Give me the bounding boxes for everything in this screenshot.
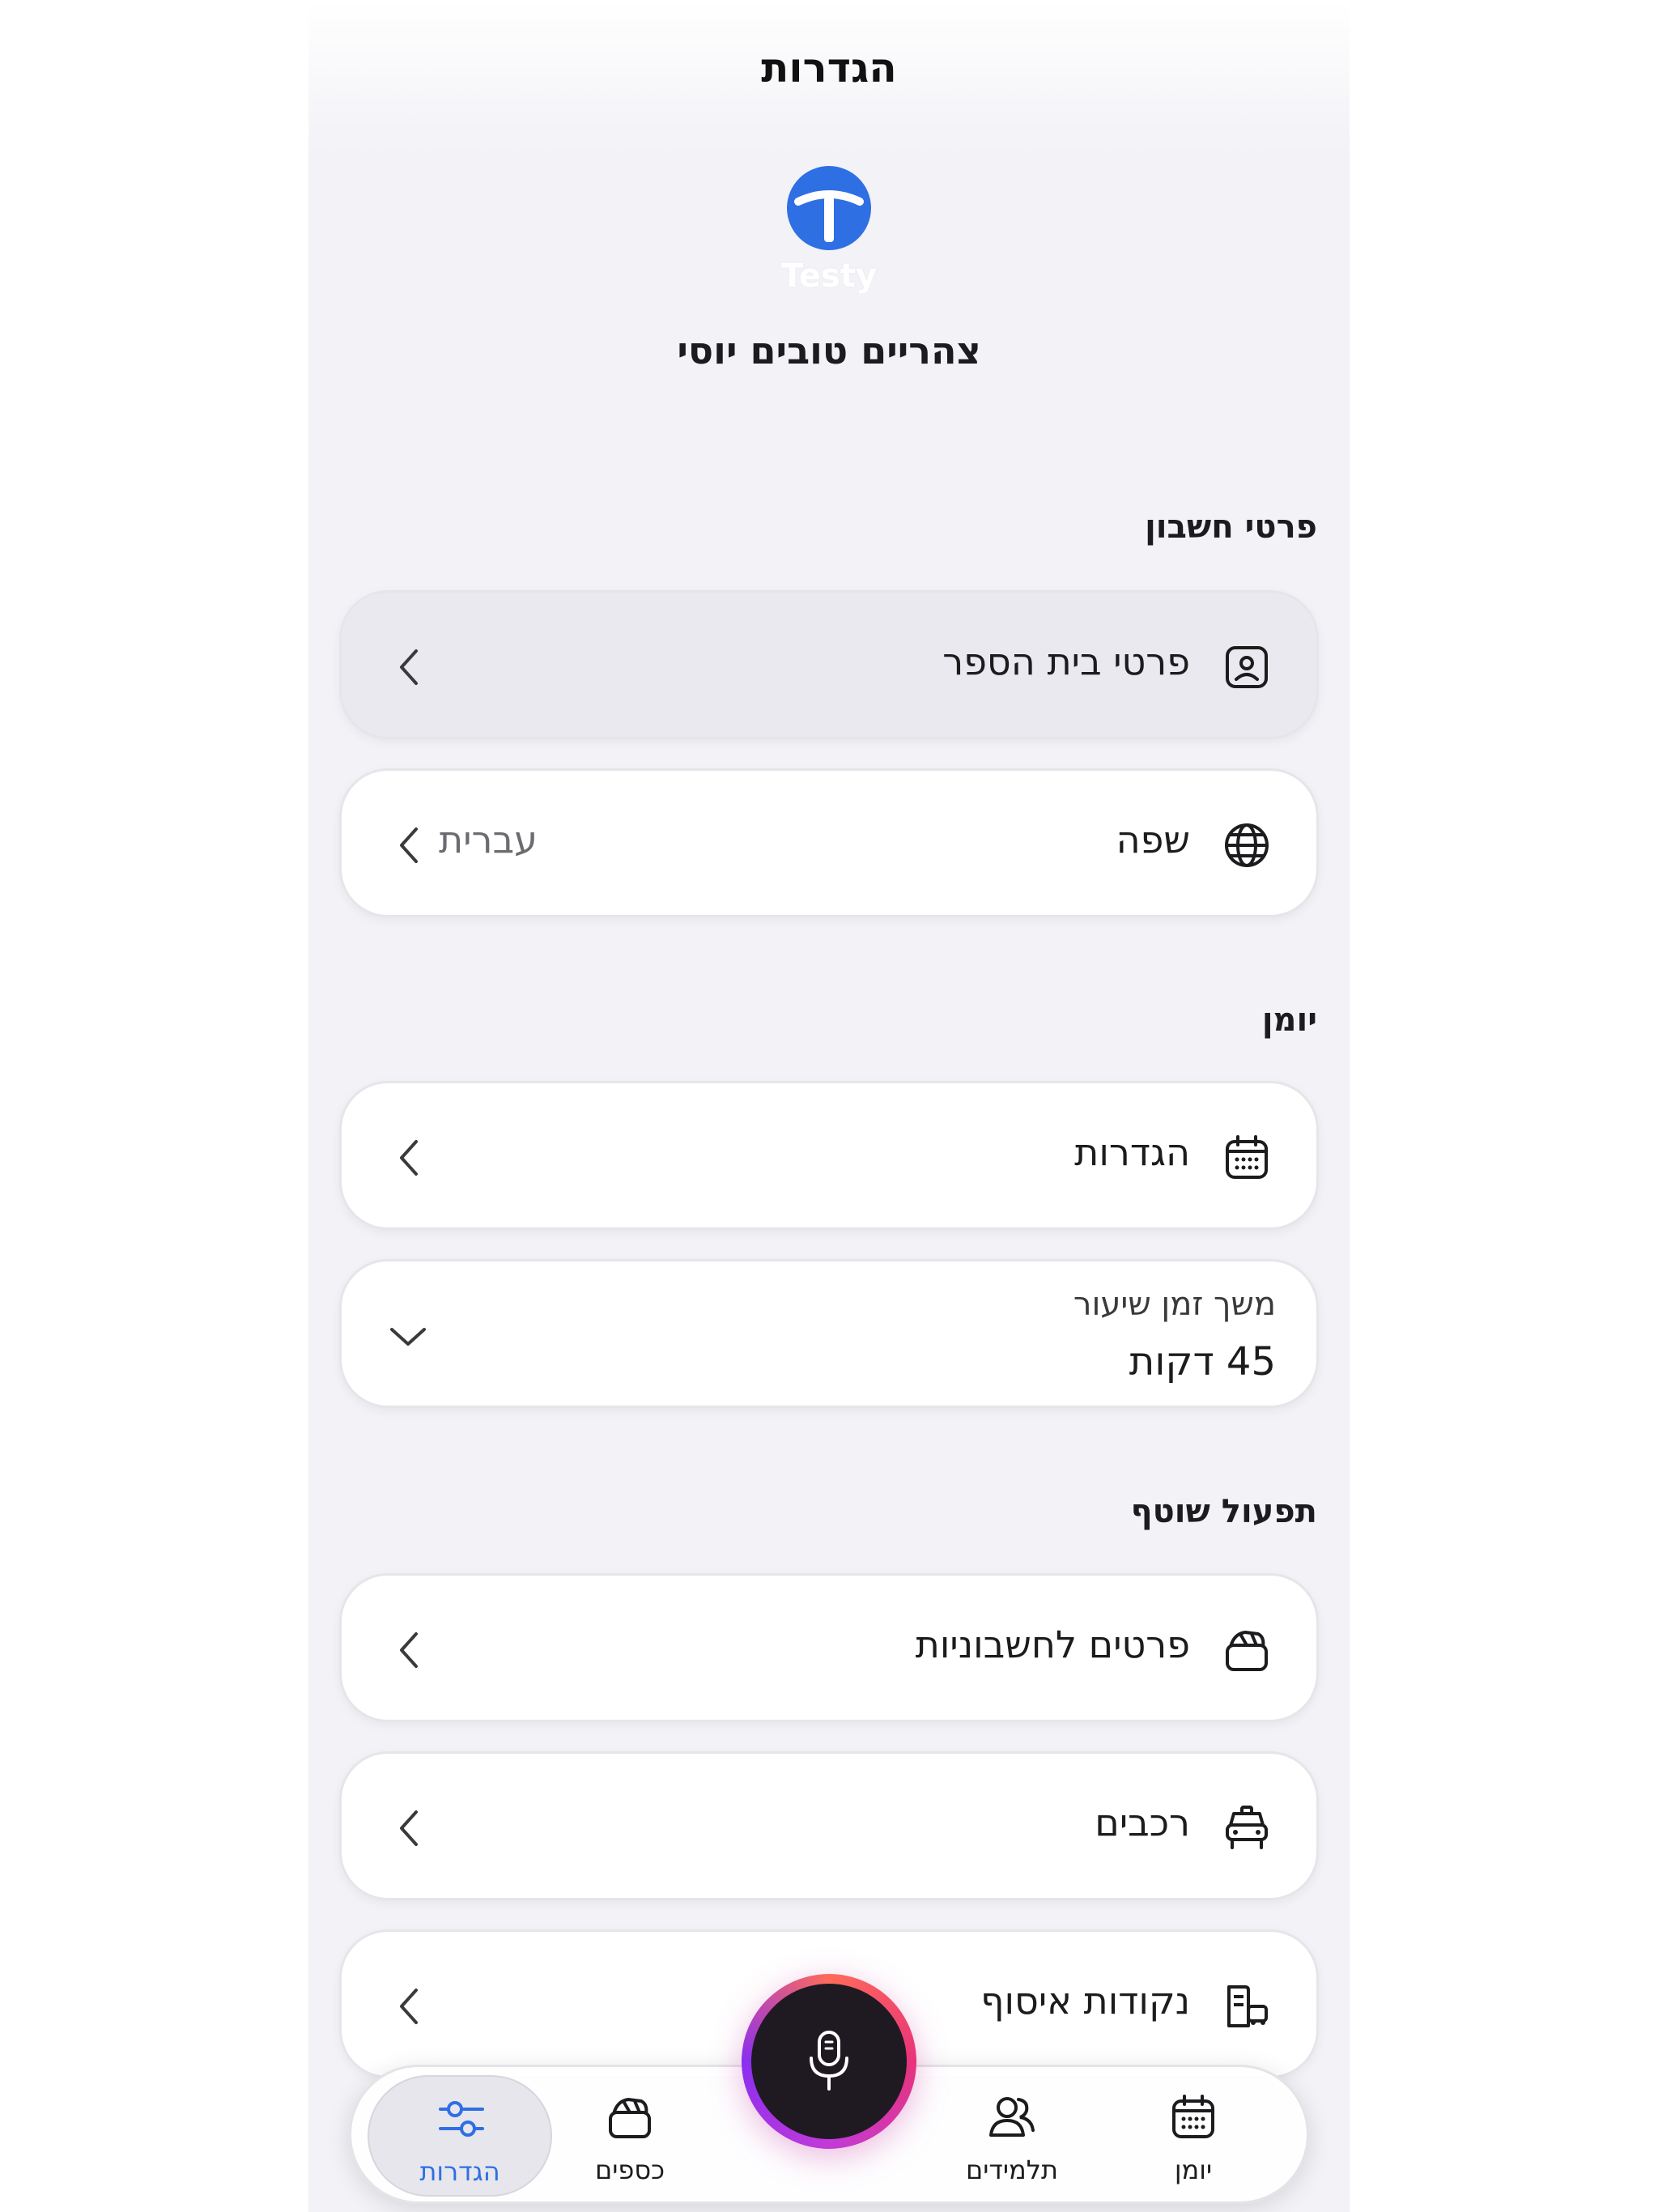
language-row[interactable]: שפה עברית [339, 768, 1319, 917]
wallet-icon [1226, 1631, 1268, 1671]
tab-settings-label: הגדרות [419, 2156, 500, 2187]
page-title: הגדרות [761, 45, 897, 91]
tab-finance[interactable]: כספים [538, 2075, 722, 2197]
school-details-row[interactable]: פרטי בית הספר [339, 590, 1319, 739]
voice-assistant-button[interactable] [742, 1974, 916, 2149]
lesson-duration-select[interactable]: משך זמן שיעור 45 דקות [339, 1259, 1319, 1408]
vehicles-label: רכבים [1095, 1801, 1190, 1844]
chevron-left-icon [400, 649, 418, 685]
testy-logo-icon [787, 166, 871, 250]
chevron-left-icon [400, 1810, 418, 1846]
car-icon [1226, 1806, 1268, 1849]
language-value: עברית [439, 818, 538, 861]
tab-students[interactable]: תלמידים [920, 2075, 1104, 2197]
id-card-icon [1226, 646, 1268, 688]
tab-students-label: תלמידים [966, 2155, 1058, 2185]
calendar-icon [1226, 1135, 1268, 1179]
tab-diary[interactable]: יומן [1101, 2075, 1286, 2197]
section-title-account: פרטי חשבון [1145, 508, 1317, 546]
diary-settings-label: הגדרות [1074, 1130, 1190, 1174]
section-title-operations: תפעול שוטף [1130, 1493, 1317, 1530]
invoice-details-label: פרטים לחשבוניות [915, 1623, 1190, 1666]
section-title-diary: יומן [1261, 1002, 1317, 1039]
tab-finance-label: כספים [594, 2155, 665, 2185]
pickup-point-icon [1227, 1985, 1268, 2027]
greeting-text: צהריים טובים יוסי [677, 329, 981, 372]
chevron-left-icon [400, 1632, 418, 1668]
lesson-duration-value: 45 דקות [1129, 1339, 1276, 1385]
users-icon [989, 2097, 1035, 2137]
vehicles-row[interactable]: רכבים [339, 1751, 1319, 1900]
brand-name: Testy [780, 257, 878, 295]
tab-diary-label: יומן [1174, 2155, 1213, 2185]
tab-settings[interactable]: הגדרות [368, 2075, 552, 2197]
chevron-down-icon [390, 1328, 426, 1346]
wallet-icon [609, 2098, 651, 2138]
sliders-icon [439, 2101, 484, 2137]
pickup-points-label: נקודות איסוף [980, 1979, 1190, 2023]
school-details-label: פרטי בית הספר [942, 640, 1190, 683]
chevron-left-icon [400, 1989, 418, 2024]
calendar-icon [1172, 2095, 1214, 2138]
microphone-icon [810, 2031, 848, 2091]
settings-screen: הגדרות Testy צהריים טובים יוסי פרטי חשבו… [308, 0, 1350, 2212]
language-label: שפה [1116, 818, 1190, 861]
chevron-left-icon [400, 1140, 418, 1176]
invoice-details-row[interactable]: פרטים לחשבוניות [339, 1573, 1319, 1722]
lesson-duration-label: משך זמן שיעור [1073, 1286, 1276, 1323]
diary-settings-row[interactable]: הגדרות [339, 1081, 1319, 1230]
chevron-left-icon [400, 827, 418, 863]
globe-icon [1225, 823, 1269, 867]
